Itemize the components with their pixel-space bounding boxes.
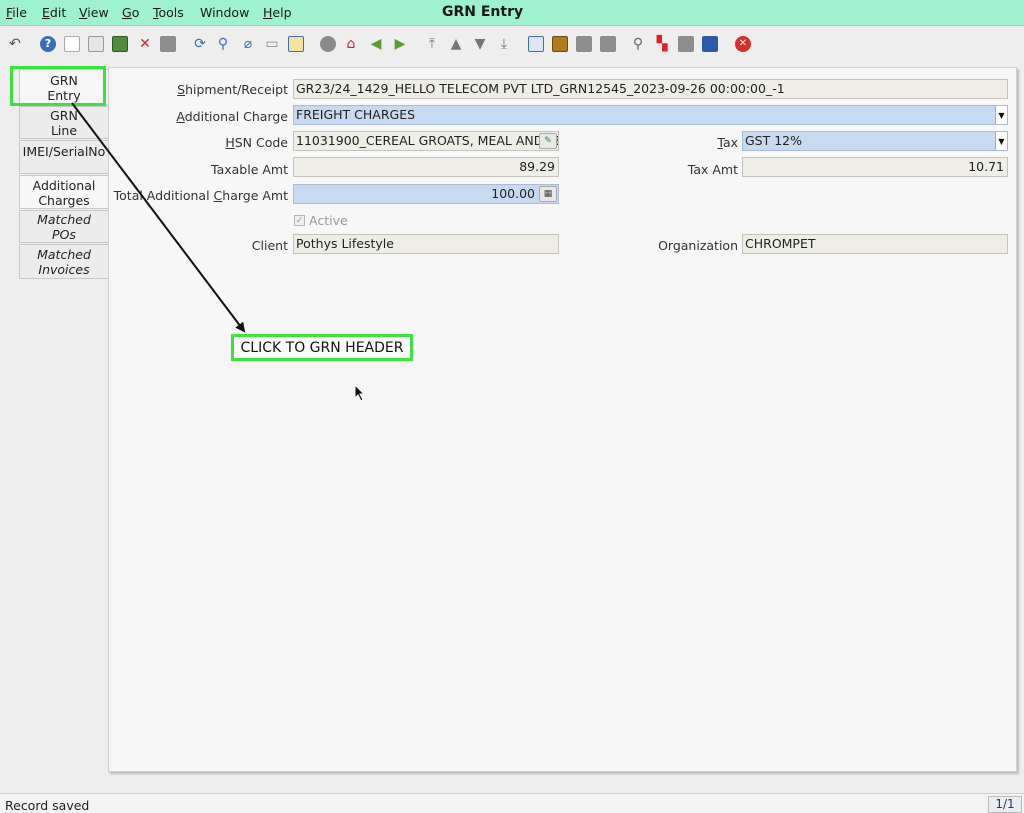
status-bar: Record saved 1/1: [0, 793, 1024, 813]
annotation-arrow: [71, 102, 246, 333]
mouse-cursor-icon: [354, 384, 366, 402]
status-message: Record saved: [5, 798, 90, 813]
callout-label: CLICK TO GRN HEADER: [231, 334, 413, 361]
record-count[interactable]: 1/1: [988, 796, 1022, 813]
